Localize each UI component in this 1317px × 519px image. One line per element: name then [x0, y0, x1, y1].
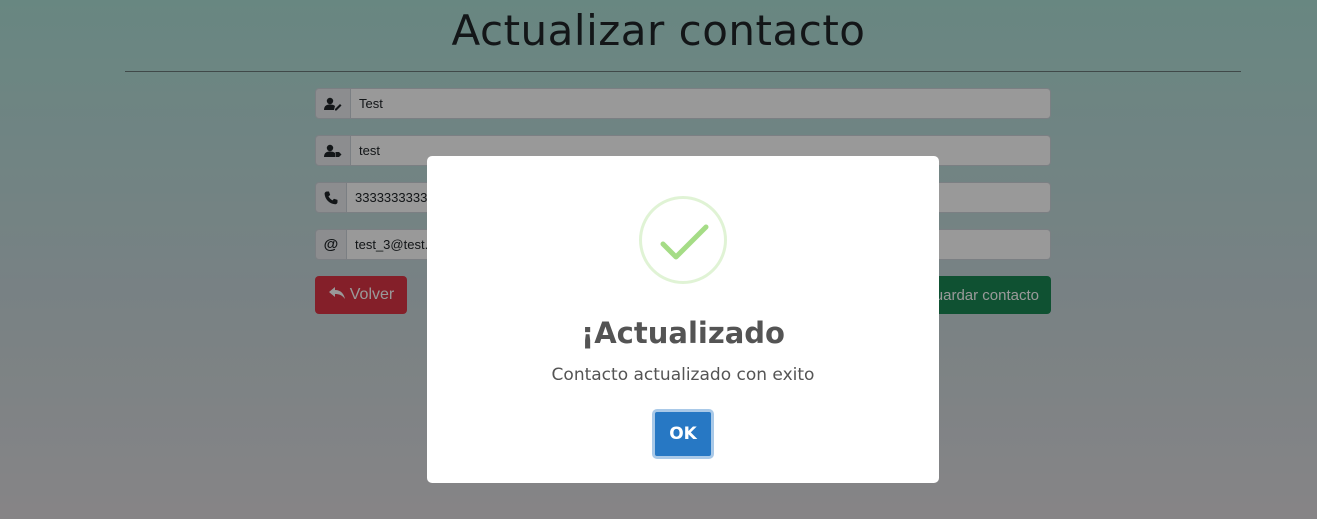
checkmark-icon	[639, 196, 727, 284]
success-dialog: ¡Actualizado Contacto actualizado con ex…	[427, 156, 939, 483]
dialog-title: ¡Actualizado	[581, 316, 785, 350]
dialog-message: Contacto actualizado con exito	[551, 365, 815, 385]
ok-button[interactable]: OK	[652, 409, 714, 459]
